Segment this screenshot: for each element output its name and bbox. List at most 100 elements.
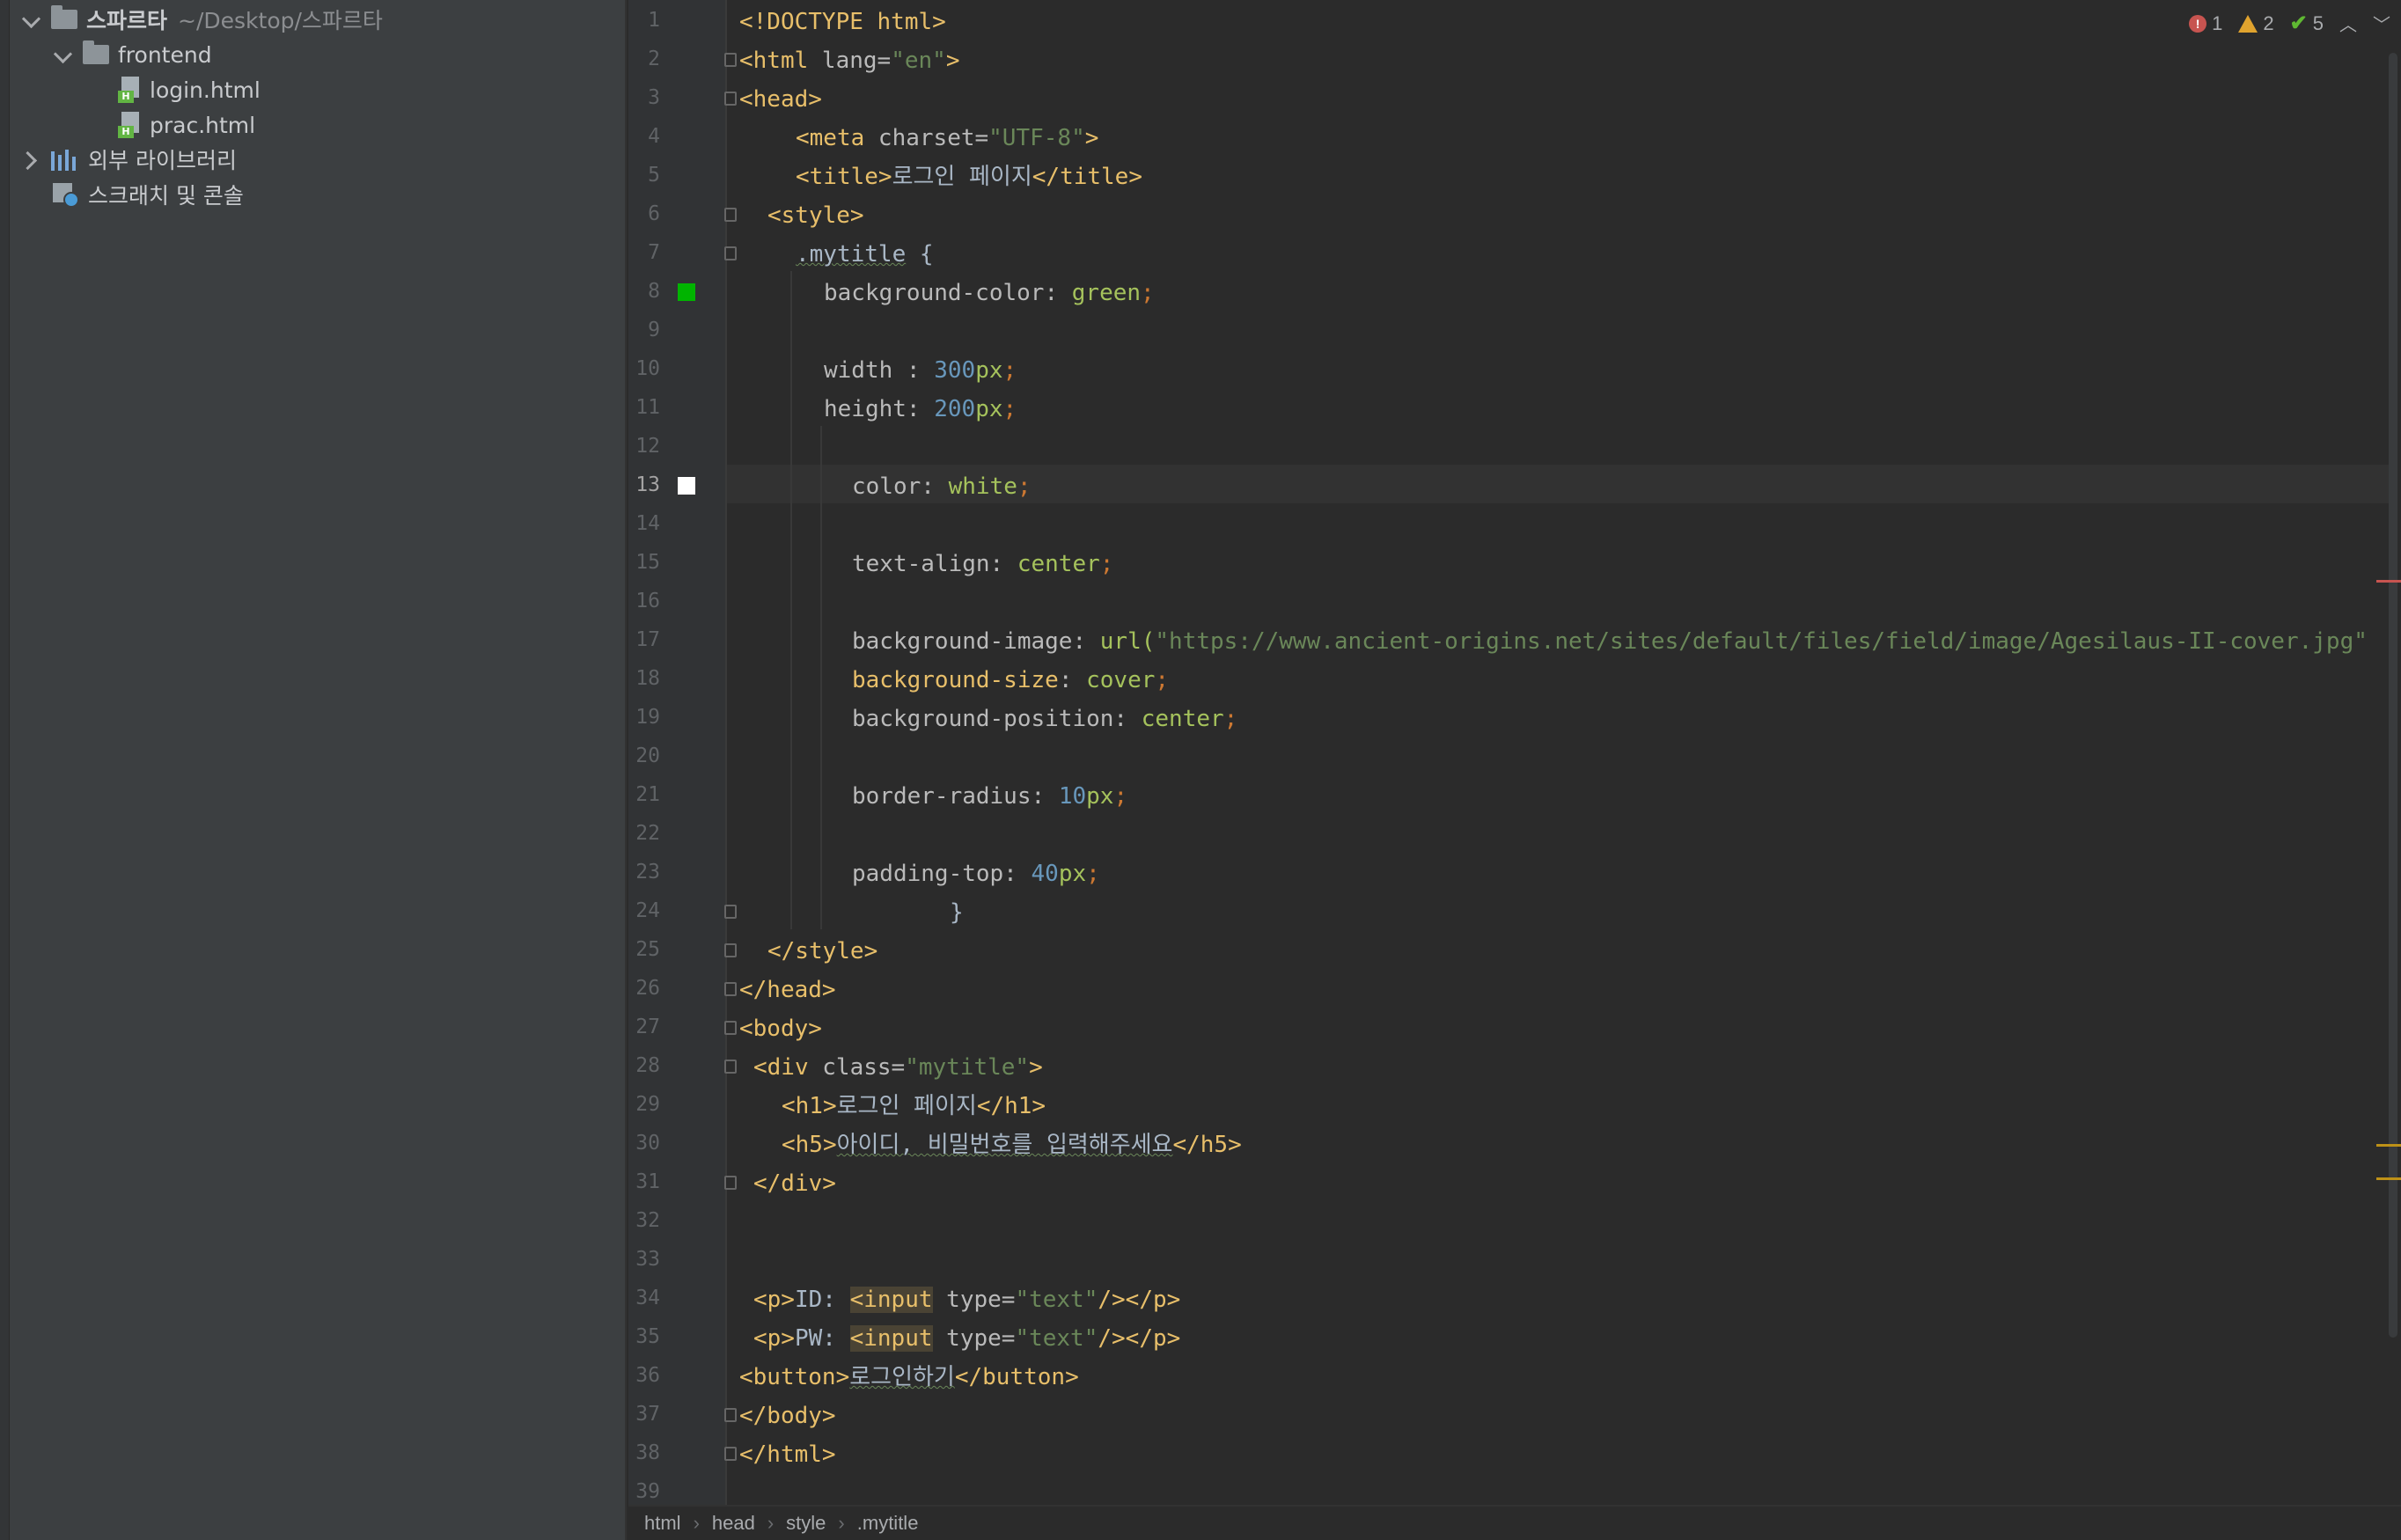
line-number: 29 — [635, 1093, 660, 1116]
tree-item-project-root[interactable]: 스파르타 ~/Desktop/스파르타 — [21, 2, 383, 37]
tree-item-prac-html[interactable]: H prac.html — [118, 107, 255, 143]
fold-marker-icon[interactable] — [724, 1408, 737, 1422]
indent-guide — [790, 271, 792, 929]
line-number: 37 — [635, 1403, 660, 1426]
code-line-27[interactable]: <body> — [739, 1009, 822, 1048]
code-line-19[interactable]: background-position: center; — [852, 700, 1237, 738]
previous-highlight-icon[interactable]: ︿ — [2339, 11, 2357, 36]
fold-marker-icon[interactable] — [724, 982, 737, 996]
fold-marker-icon[interactable] — [724, 92, 737, 106]
breadcrumb-item[interactable]: head — [712, 1512, 755, 1535]
ok-count[interactable]: ✔ 5 — [2290, 11, 2324, 36]
chevron-right-icon[interactable] — [21, 150, 39, 168]
line-number: 12 — [635, 435, 660, 458]
code-line-36[interactable]: <button>로그인하기</button> — [739, 1358, 1079, 1397]
line-number: 22 — [635, 822, 660, 845]
warning-stripe-mark[interactable] — [2376, 1177, 2401, 1180]
color-preview-white[interactable] — [678, 477, 695, 495]
project-tool-window: 스파르타 ~/Desktop/스파르타 frontend H login.htm… — [0, 0, 627, 1540]
code-line-25[interactable]: </style> — [767, 932, 877, 971]
line-number: 34 — [635, 1287, 660, 1309]
code-line-1[interactable]: <!DOCTYPE html> — [739, 3, 946, 41]
line-number: 15 — [635, 551, 660, 574]
color-preview-green[interactable] — [678, 283, 695, 301]
breadcrumb-item[interactable]: style — [786, 1512, 826, 1535]
folder-icon — [51, 5, 77, 29]
fold-marker-icon[interactable] — [724, 1060, 737, 1074]
file-name: login.html — [150, 77, 261, 103]
error-icon: ! — [2189, 14, 2207, 33]
breadcrumb-separator-icon: › — [838, 1512, 845, 1534]
line-number: 13 — [635, 473, 660, 496]
code-line-7[interactable]: .mytitle { — [796, 235, 934, 274]
code-line-34[interactable]: <p>ID: <input type="text"/></p> — [753, 1280, 1180, 1319]
inspection-widget[interactable]: ! 1 2 ✔ 5 ︿ ﹀ — [2189, 11, 2390, 36]
line-number: 1 — [648, 9, 660, 32]
code-editor[interactable]: 1 2 3 4 5 6 7 8 9 10 11 12 13 14 15 16 17 18 19 20 21 22 23 24 2… — [628, 0, 2401, 1540]
code-line-21[interactable]: border-radius: 10px; — [852, 777, 1127, 816]
code-line-38[interactable]: </html> — [739, 1435, 836, 1474]
line-number: 38 — [635, 1441, 660, 1464]
fold-marker-icon[interactable] — [724, 1176, 737, 1190]
line-number: 26 — [635, 977, 660, 1000]
line-number: 30 — [635, 1132, 660, 1155]
breadcrumb: html › head › style › .mytitle — [628, 1505, 2401, 1540]
code-line-28[interactable]: <div class="mytitle"> — [753, 1048, 1043, 1087]
fold-marker-icon[interactable] — [724, 943, 737, 957]
code-line-5[interactable]: <title>로그인 페이지</title> — [796, 158, 1142, 196]
code-line-2[interactable]: <html lang="en"> — [739, 41, 959, 80]
fold-marker-icon[interactable] — [724, 1447, 737, 1461]
line-number: 9 — [648, 319, 660, 341]
tree-item-scratches[interactable]: 스크래치 및 콘솔 — [53, 177, 244, 212]
code-line-37[interactable]: </body> — [739, 1397, 836, 1435]
breadcrumb-item[interactable]: .mytitle — [857, 1512, 919, 1535]
chevron-down-icon[interactable] — [21, 11, 39, 28]
line-number: 33 — [635, 1248, 660, 1271]
code-line-8[interactable]: background-color: green; — [824, 274, 1155, 312]
line-number: 17 — [635, 628, 660, 651]
file-name: prac.html — [150, 112, 256, 138]
editor-gutter[interactable]: 1 2 3 4 5 6 7 8 9 10 11 12 13 14 15 16 17 18 19 20 21 22 23 24 2… — [628, 0, 725, 1505]
project-root-name: 스파르타 — [86, 8, 168, 33]
code-line-30[interactable]: <h5>아이디, 비밀번호를 입력해주세요</h5> — [782, 1126, 1242, 1164]
next-highlight-icon[interactable]: ﹀ — [2373, 11, 2390, 36]
fold-marker-icon[interactable] — [724, 905, 737, 919]
tree-item-external-libraries[interactable]: 외부 라이브러리 — [21, 142, 237, 177]
line-number: 27 — [635, 1016, 660, 1038]
tree-item-login-html[interactable]: H login.html — [118, 72, 261, 107]
code-line-26[interactable]: </head> — [739, 971, 836, 1009]
code-line-35[interactable]: <p>PW: <input type="text"/></p> — [753, 1319, 1180, 1358]
html-file-icon: H — [118, 112, 141, 138]
code-line-4[interactable]: <meta charset="UTF-8"> — [796, 119, 1098, 158]
chevron-down-icon[interactable] — [53, 46, 70, 63]
line-number: 4 — [648, 125, 660, 148]
line-number: 32 — [635, 1209, 660, 1232]
line-number: 36 — [635, 1364, 660, 1387]
gutter-separator — [725, 0, 727, 1505]
code-line-29[interactable]: <h1>로그인 페이지</h1> — [782, 1087, 1046, 1126]
code-line-11[interactable]: height: 200px; — [824, 390, 1017, 429]
code-line-18[interactable]: background-size: cover; — [852, 661, 1169, 700]
error-stripe-mark[interactable] — [2376, 580, 2401, 583]
fold-marker-icon[interactable] — [724, 246, 737, 260]
fold-marker-icon[interactable] — [724, 1021, 737, 1035]
code-line-6[interactable]: <style> — [767, 196, 864, 235]
warning-count[interactable]: 2 — [2238, 12, 2274, 35]
line-number: 39 — [635, 1480, 660, 1503]
tree-item-frontend[interactable]: frontend — [53, 37, 212, 72]
warning-stripe-mark[interactable] — [2376, 1144, 2401, 1147]
code-line-3[interactable]: <head> — [739, 80, 822, 119]
fold-marker-icon[interactable] — [724, 53, 737, 67]
code-line-10[interactable]: width : 300px; — [824, 351, 1017, 390]
code-line-15[interactable]: text-align: center; — [852, 545, 1113, 583]
code-line-24[interactable]: } — [950, 893, 964, 932]
fold-marker-icon[interactable] — [724, 208, 737, 222]
breadcrumb-item[interactable]: html — [644, 1512, 681, 1535]
code-line-23[interactable]: padding-top: 40px; — [852, 854, 1100, 893]
folder-name: frontend — [118, 41, 212, 68]
error-count[interactable]: ! 1 — [2189, 12, 2222, 35]
code-line-17[interactable]: background-image: url("https://www.ancie… — [852, 622, 2368, 661]
external-libraries-label: 외부 라이브러리 — [88, 148, 237, 173]
code-line-31[interactable]: </div> — [753, 1164, 836, 1203]
code-line-13[interactable]: color: white; — [852, 467, 1032, 506]
